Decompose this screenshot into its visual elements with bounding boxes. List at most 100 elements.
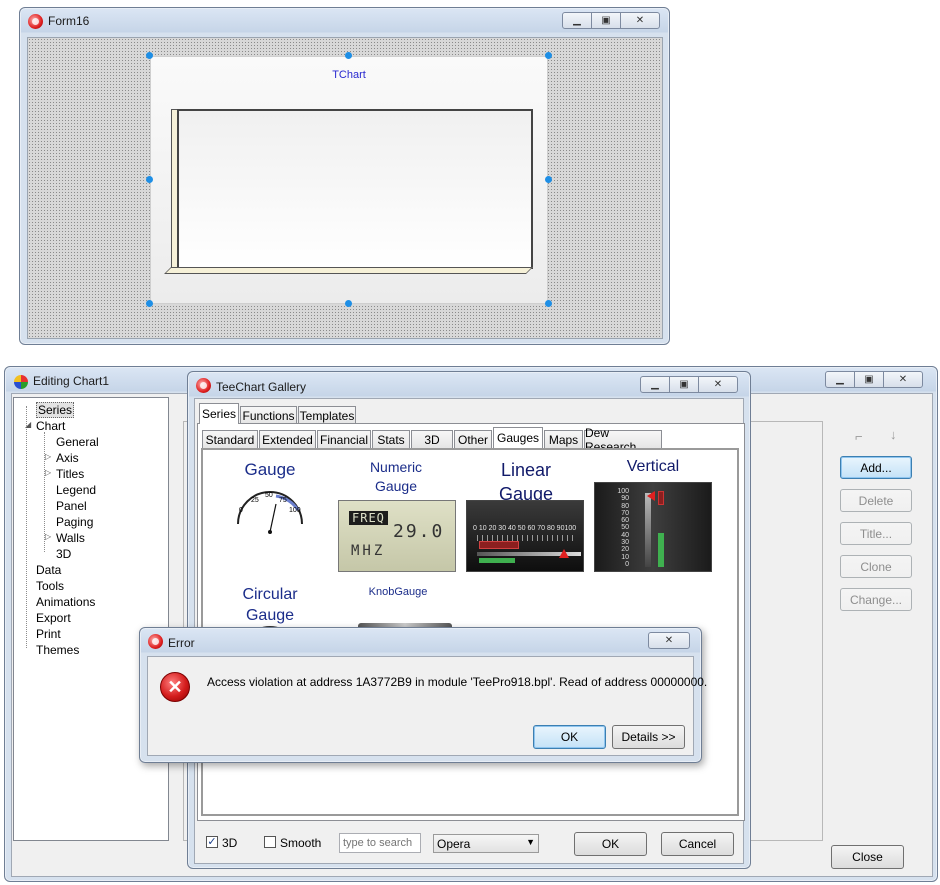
tchart-component[interactable]: TChart: [150, 56, 548, 304]
delete-series-button[interactable]: Delete: [840, 489, 912, 512]
tab-3d[interactable]: 3D: [411, 430, 453, 448]
app-icon: [196, 378, 211, 393]
selection-handle[interactable]: [345, 300, 352, 307]
tab-financial[interactable]: Financial: [317, 430, 371, 448]
close-editor-button[interactable]: Close: [831, 845, 904, 869]
tab-stats[interactable]: Stats: [372, 430, 410, 448]
circular-gauge-label[interactable]: Circular Gauge: [222, 584, 318, 626]
tree-expand-icon[interactable]: ▷: [45, 532, 51, 541]
gauge-label[interactable]: Gauge: [222, 460, 318, 480]
tree-item-data[interactable]: Data: [36, 563, 61, 577]
tree-item-chart[interactable]: Chart: [36, 419, 65, 433]
close-button[interactable]: ✕: [698, 376, 738, 393]
tree-collapse-icon[interactable]: ◢: [25, 420, 31, 429]
vertical-range-bar: [658, 491, 664, 505]
vertical-tick: 80: [621, 502, 629, 510]
selection-handle[interactable]: [545, 52, 552, 59]
error-icon: ✕: [160, 672, 190, 702]
tree-item-walls[interactable]: Walls: [56, 531, 85, 545]
theme-select-value: Opera: [437, 837, 471, 851]
options-tree[interactable]: Series ◢ Chart General ▷ Axis ▷ Titles Legend Pan…: [13, 397, 169, 841]
vertical-value-bar: [658, 533, 664, 567]
move-up-icon[interactable]: ⌐: [855, 429, 863, 444]
linear-value-bar: [479, 558, 515, 563]
close-button[interactable]: ✕: [648, 632, 690, 649]
tree-item-series[interactable]: Series: [36, 402, 75, 418]
vertical-gauge-label[interactable]: Vertical: [593, 458, 713, 476]
linear-range-bar: [479, 541, 519, 549]
tab-gauges[interactable]: Gauges: [493, 427, 543, 448]
add-series-button[interactable]: Add...: [840, 456, 912, 479]
tree-item-animations[interactable]: Animations: [36, 595, 95, 609]
error-details-button[interactable]: Details >>: [612, 725, 685, 749]
tree-item-titles[interactable]: Titles: [56, 467, 84, 481]
tree-item-legend[interactable]: Legend: [56, 483, 96, 497]
selection-handle[interactable]: [345, 52, 352, 59]
gauge-tick: 50: [265, 492, 273, 499]
vertical-tick: 100: [617, 488, 629, 495]
tree-item-print[interactable]: Print: [36, 627, 61, 641]
selection-handle[interactable]: [545, 176, 552, 183]
teechart-gallery-window: TeeChart Gallery ▁ ▣ ✕ Series Functions …: [187, 371, 751, 869]
checkbox-3d-label: 3D: [222, 836, 238, 850]
tab-extended[interactable]: Extended: [259, 430, 316, 448]
chart-floor: [164, 267, 533, 274]
minimize-button[interactable]: ▁: [825, 371, 855, 388]
tab-other[interactable]: Other: [454, 430, 492, 448]
tree-item-3d[interactable]: 3D: [56, 547, 71, 561]
numeric-gauge-thumbnail[interactable]: FREQ 29.0 MHZ: [338, 500, 456, 572]
gauge-thumbnail[interactable]: 0 25 50 75 100: [232, 484, 308, 536]
tab-templates[interactable]: Templates: [298, 406, 356, 424]
tree-item-export[interactable]: Export: [36, 611, 71, 625]
tab-functions[interactable]: Functions: [240, 406, 297, 424]
vertical-pointer: [647, 491, 655, 501]
selection-handle[interactable]: [146, 300, 153, 307]
tree-item-axis[interactable]: Axis: [56, 451, 79, 465]
tree-item-tools[interactable]: Tools: [36, 579, 64, 593]
clone-series-button[interactable]: Clone: [840, 555, 912, 578]
gallery-search-input[interactable]: [339, 833, 421, 853]
linear-gauge-label[interactable]: Linear Gauge: [466, 458, 586, 506]
gallery-cancel-button[interactable]: Cancel: [661, 832, 734, 856]
title-series-button[interactable]: Title...: [840, 522, 912, 545]
selection-handle[interactable]: [146, 52, 153, 59]
checkbox-3d[interactable]: ✓: [206, 836, 218, 848]
maximize-button[interactable]: ▣: [854, 371, 884, 388]
checkbox-smooth[interactable]: [264, 836, 276, 848]
linear-gauge-thumbnail[interactable]: 0 10 20 30 40 50 60 70 80 90100: [466, 500, 584, 572]
gallery-ok-button[interactable]: OK: [574, 832, 647, 856]
dialog-title: Error: [168, 636, 195, 650]
minimize-button[interactable]: ▁: [640, 376, 670, 393]
vertical-gauge-thumbnail[interactable]: 100 90 80 70 60 50 40 30 20 10 0: [594, 482, 712, 572]
maximize-button[interactable]: ▣: [669, 376, 699, 393]
tree-item-paging[interactable]: Paging: [56, 515, 93, 529]
move-down-icon[interactable]: ↓: [890, 427, 897, 442]
app-icon: [28, 14, 43, 29]
tree-expand-icon[interactable]: ▷: [45, 468, 51, 477]
theme-select[interactable]: Opera ▼: [433, 834, 539, 853]
tab-dew-research[interactable]: Dew Research: [584, 426, 662, 454]
app-icon: [148, 634, 163, 649]
change-series-button[interactable]: Change...: [840, 588, 912, 611]
tree-item-general[interactable]: General: [56, 435, 99, 449]
tree-item-themes[interactable]: Themes: [36, 643, 79, 657]
knob-gauge-label[interactable]: KnobGauge: [348, 586, 448, 598]
numeric-gauge-label[interactable]: Numeric Gauge: [338, 458, 454, 496]
lcd-tag: FREQ: [349, 511, 388, 525]
chevron-down-icon: ▼: [526, 837, 535, 847]
tab-series[interactable]: Series: [199, 403, 239, 424]
tree-expand-icon[interactable]: ▷: [45, 452, 51, 461]
error-ok-button[interactable]: OK: [533, 725, 606, 749]
minimize-button[interactable]: ▁: [562, 12, 592, 29]
tab-standard[interactable]: Standard: [202, 430, 258, 448]
maximize-button[interactable]: ▣: [591, 12, 621, 29]
lcd-unit: MHZ: [351, 543, 386, 559]
close-button[interactable]: ✕: [883, 371, 923, 388]
error-message: Access violation at address 1A3772B9 in …: [207, 675, 708, 689]
selection-handle[interactable]: [146, 176, 153, 183]
close-button[interactable]: ✕: [620, 12, 660, 29]
tab-maps[interactable]: Maps: [544, 430, 583, 448]
tree-item-panel[interactable]: Panel: [56, 499, 87, 513]
vertical-tick: 50: [621, 524, 629, 532]
selection-handle[interactable]: [545, 300, 552, 307]
